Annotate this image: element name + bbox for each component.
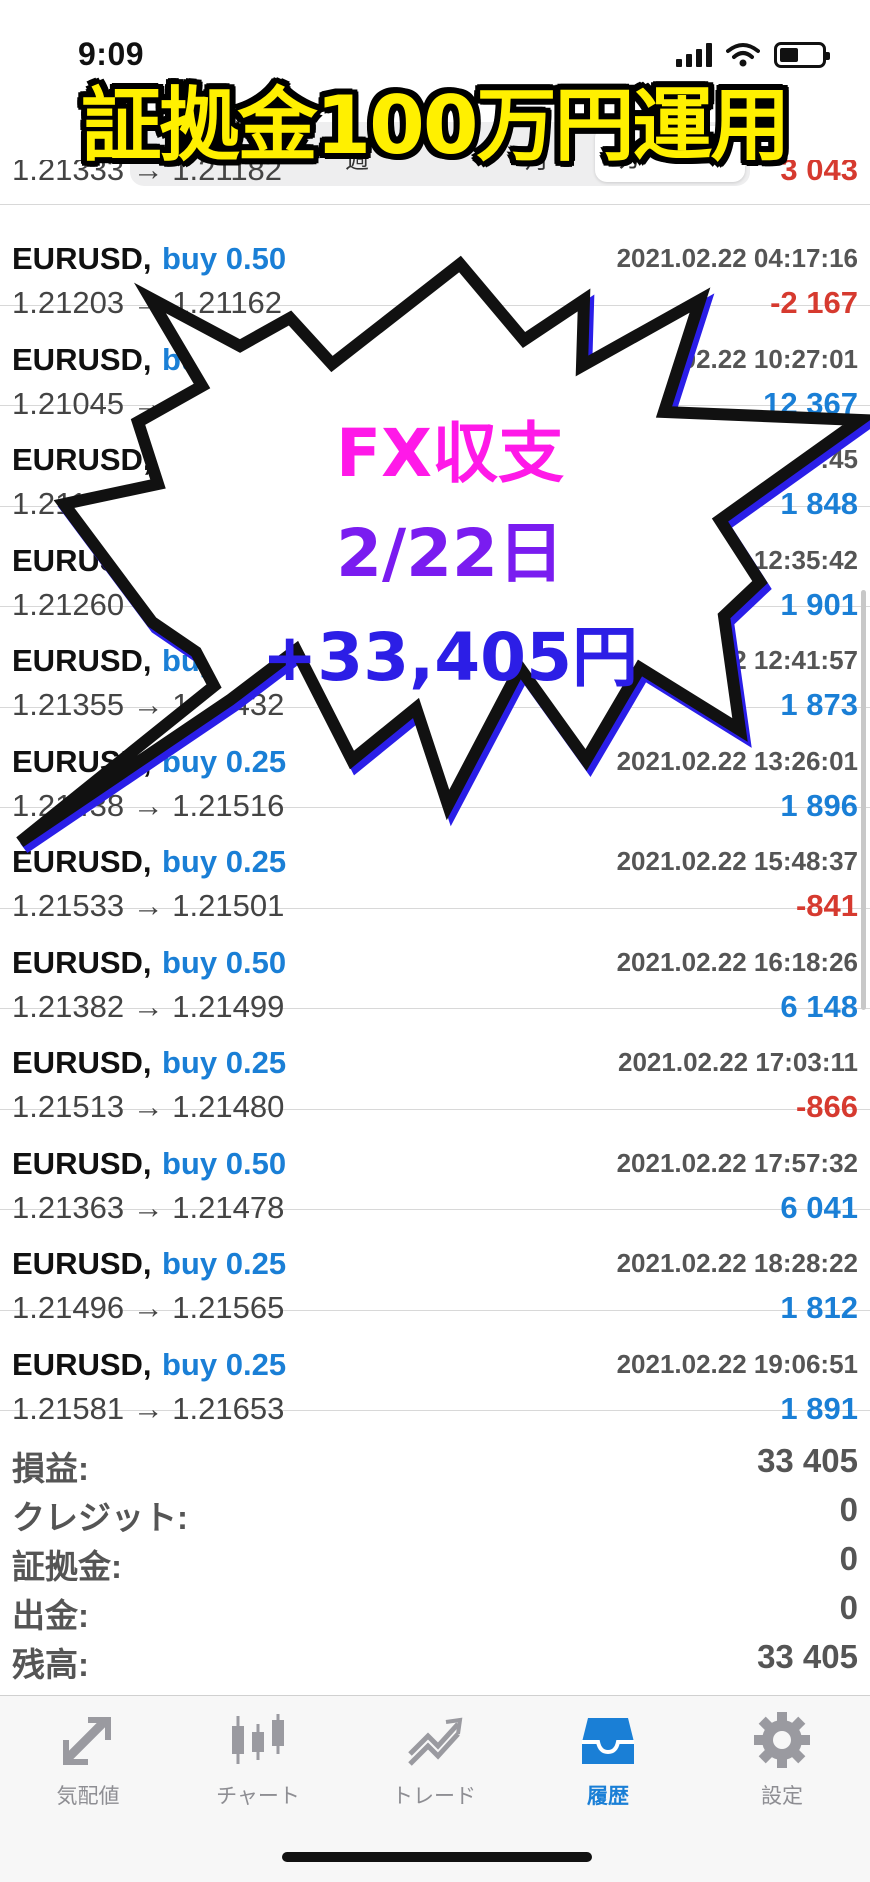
app-root: 9:09 週 月 カ 1.21333 → 1.21182 3 043 EURUS… [0,0,870,1882]
deal-time: 2021.02.22 19:06:51 [616,1348,858,1379]
summary-credit-value: 0 [839,1491,858,1528]
tab-quotes[interactable]: 気配値 [18,1710,158,1810]
deal-side: buy 0.25 [162,844,287,879]
tab-history[interactable]: 履歴 [538,1710,678,1810]
tab-label: トレード [392,1785,476,1808]
deal-time: 2021.02.22 10:27:01 [616,343,858,374]
deal-time: 2021.02.22 04:17:16 [616,243,858,273]
home-indicator[interactable] [282,1852,592,1862]
list-item[interactable]: EURUSD, buy 0.25 2021.02.22 17:03:11 1.2151… [0,1009,870,1124]
deal-symbol: EURUSD, [12,442,152,477]
banner-title: 証拠金100万円運用 [81,79,791,172]
list-item[interactable]: EURUSD, buy 0.25 2021.02.22 19:06:51 1.2158… [0,1311,870,1426]
deal-side: buy 0.50 [162,944,287,980]
status-bar: 9:09 [0,0,870,84]
tab-settings[interactable]: 設定 [712,1710,852,1810]
list-item[interactable]: EURUSD, buy 0.25 2021.02.22 18:28:22 1.2149… [0,1210,870,1325]
summary-balance-label: 残高: [12,1646,89,1683]
deal-side: buy 0.50 [162,241,287,276]
summary-profit: 損益: 33 405 [0,1436,870,1487]
deal-prices: 1.21581 → 1.21653 [12,1390,285,1426]
signal-icon [676,43,712,67]
history-icon [582,1718,634,1764]
deal-time: 2021.02.22 13:26:01 [616,745,858,776]
wifi-icon [726,43,760,67]
status-time: 9:09 [78,36,145,72]
list-item[interactable]: EURUSD, buy 0.25 2021.02.22 13:26:01 1.2143… [0,708,870,823]
tab-chart[interactable]: チャート [188,1710,328,1810]
deal-symbol: EURUSD, [12,241,152,276]
deal-symbol: EURUSD, [12,944,152,980]
summary-credit-label: クレジット: [12,1499,188,1536]
tab-label: 設定 [761,1785,803,1808]
deal-symbol: EURUSD, [12,341,152,377]
summary-profit-value: 33 405 [757,1442,858,1479]
deal-side: buy 0.50 [162,1145,287,1181]
deal-side: buy 0.50 [162,341,287,377]
deal-symbol: EURUSD, [12,1346,152,1382]
deal-side: buy 0.25 [162,1246,287,1281]
deal-time: 2021.02.22 17:57:32 [616,1147,858,1178]
summary-withdraw: 出金: 0 [0,1583,870,1634]
deal-history-list[interactable]: 1.21333 → 1.21182 3 043 EURUSD, buy 0.50 2… [0,160,870,1426]
deal-side: buy 0.25 [162,743,287,779]
callout-title: FX収支 [336,415,564,492]
tab-label: チャート [216,1785,300,1808]
status-icons [676,42,830,68]
battery-icon [774,42,830,68]
summary-balance: 残高: 33 405 [0,1632,870,1683]
summary-deposit-label: 証拠金: [12,1548,122,1585]
deal-symbol: EURUSD, [12,743,152,779]
list-item[interactable]: EURUSD, buy 0.50 2021.02.22 16:18:26 1.2138… [0,909,870,1024]
deal-symbol: EURUSD, [12,1145,152,1181]
deal-time: 2021.02.22 15:48:37 [616,846,858,876]
summary-withdraw-label: 出金: [12,1597,89,1634]
quotes-icon [63,1717,111,1765]
deal-profit: 1 891 [780,1390,858,1426]
deal-symbol: EURUSD, [12,643,152,678]
list-item[interactable]: EURUSD, buy 0.25 2021.02.22 15:48:37 1.2153… [0,808,870,923]
deal-side: buy 0.25 [162,1045,287,1080]
summary-deposit-value: 0 [839,1540,858,1577]
list-item[interactable]: EURUSD, buy 0.50 2021.02.22 04:17:16 1.2120… [0,205,870,320]
summary-credit: クレジット: 0 [0,1485,870,1536]
summary-profit-label: 損益: [12,1450,89,1487]
deal-symbol: EURUSD, [12,1045,152,1080]
deal-time: 2021.02.22 18:28:22 [616,1248,858,1278]
deal-symbol: EURUSD, [12,844,152,879]
deal-symbol: EURUSD, [12,1246,152,1281]
summary-withdraw-value: 0 [839,1589,858,1626]
callout-date: 2/22日 [336,515,564,592]
list-item[interactable]: EURUSD, buy 0.50 2021.02.22 17:57:32 1.2136… [0,1110,870,1225]
history-summary: 損益: 33 405 クレジット: 0 証拠金: 0 出金: 0 残高: 33 … [0,1436,870,1683]
deal-symbol: EURUSD, [12,542,152,578]
scrollbar[interactable] [861,590,866,1010]
tab-label: 履歴 [587,1785,629,1808]
deal-side: buy 0.25 [162,1346,287,1382]
tab-trade[interactable]: トレード [364,1710,504,1810]
deal-time: 2021.02.22 16:18:26 [616,946,858,977]
callout-amount: +33,405円 [262,619,638,696]
tab-label: 気配値 [56,1785,120,1808]
chart-icon [232,1714,284,1764]
deal-time: 2021.02.22 17:03:11 [618,1047,858,1077]
trade-icon [408,1717,463,1766]
summary-balance-value: 33 405 [757,1638,858,1675]
summary-deposit: 証拠金: 0 [0,1534,870,1585]
list-item[interactable]: EURUSD, buy 0.50 2021.02.22 10:27:01 1.2104… [0,306,870,421]
gear-icon [754,1712,810,1768]
